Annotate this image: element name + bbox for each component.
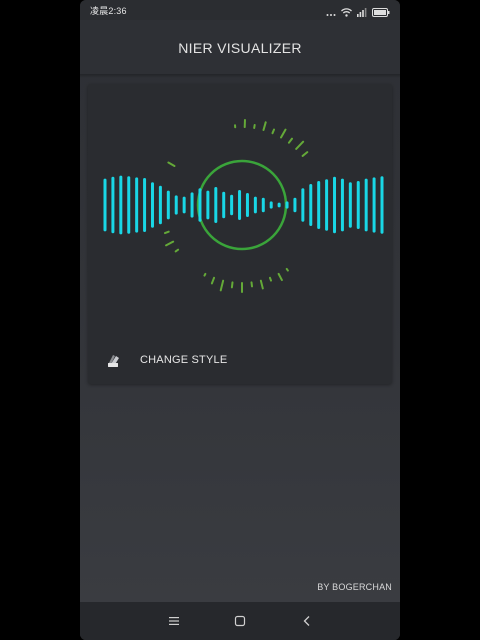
visualizer-bar <box>111 176 115 234</box>
app-bar-shadow <box>80 74 400 78</box>
change-style-button[interactable]: CHANGE STYLE <box>88 336 392 384</box>
visualizer-bar <box>174 195 178 215</box>
change-style-label: CHANGE STYLE <box>140 354 228 366</box>
visualizer-bar <box>253 196 257 214</box>
credit-text: BY BOGERCHAN <box>317 582 392 592</box>
visualizer-bar <box>372 177 376 233</box>
visualizer-tick <box>285 267 289 272</box>
visualizer-tick <box>167 161 176 167</box>
navigation-bar <box>80 602 400 640</box>
visualizer-tick <box>165 240 175 247</box>
visualizer-bar <box>277 202 281 208</box>
visualizer-bar <box>119 175 123 235</box>
visualizer-bar <box>340 178 344 232</box>
visualizer-bar <box>309 184 313 226</box>
visualizer-bar <box>261 197 265 213</box>
visualizer-tick <box>219 279 225 292</box>
visualizer-bar <box>103 178 107 232</box>
visualizer-bar <box>143 178 147 232</box>
visualizer-bar <box>269 201 273 209</box>
audio-visualizer <box>103 119 384 293</box>
visualizer-tick <box>295 140 305 150</box>
palette-icon <box>108 355 119 367</box>
visualizer-tick <box>262 121 267 132</box>
visualizer-bar <box>214 187 218 223</box>
app-bar: NIER VISUALIZER <box>80 20 400 74</box>
visualizer-bar <box>230 194 234 216</box>
visualizer-tick <box>210 276 216 285</box>
visualizer-bar <box>301 188 305 222</box>
visualizer-ring <box>196 159 288 251</box>
visualizer-bar <box>285 201 289 209</box>
visualizer-bar <box>380 176 384 234</box>
home-icon[interactable] <box>231 612 249 630</box>
visualizer-tick <box>280 128 287 139</box>
visualizer-card: CHANGE STYLE <box>88 84 392 384</box>
page-title: NIER VISUALIZER <box>178 40 302 56</box>
visualizer-bar <box>222 191 226 219</box>
visualizer-tick <box>287 137 293 144</box>
status-time: 凌晨2:36 <box>90 6 127 16</box>
visualizer-tick <box>268 276 273 282</box>
visualizer-tick <box>174 248 180 253</box>
visualizer-bar <box>348 182 352 228</box>
visualizer-tick <box>301 151 309 157</box>
visualizer-tick <box>271 128 276 135</box>
visualizer-bar <box>364 178 368 232</box>
status-bar: 凌晨2:36 <box>80 0 400 20</box>
phone-screen: 凌晨2:36 NIER VISUALIZER CHANGE STYLE BY B… <box>80 0 400 640</box>
visualizer-tick <box>230 281 234 289</box>
visualizer-bar <box>135 177 139 233</box>
visualizer-bar <box>190 192 194 218</box>
menu-icon[interactable] <box>165 612 183 630</box>
visualizer-bar <box>206 190 210 220</box>
visualizer-tick <box>203 272 207 277</box>
visualizer-tick <box>259 279 264 290</box>
visualizer-bar <box>238 190 242 220</box>
visualizer-bar <box>198 188 202 222</box>
visualizer-bar <box>356 181 360 229</box>
visualizer-bar <box>127 176 131 234</box>
visualizer-bar <box>158 185 162 225</box>
visualizer-bar <box>166 190 170 220</box>
visualizer-bar <box>317 181 321 229</box>
visualizer-tick <box>277 272 283 282</box>
visualizer-bar <box>150 182 154 228</box>
visualizer-bar <box>325 179 329 231</box>
visualizer-bar <box>245 193 249 217</box>
visualizer-bar <box>182 196 186 214</box>
back-icon[interactable] <box>298 612 316 630</box>
visualizer-tick <box>163 230 170 235</box>
visualizer-bar <box>333 176 337 234</box>
visualizer-bar <box>293 197 297 213</box>
